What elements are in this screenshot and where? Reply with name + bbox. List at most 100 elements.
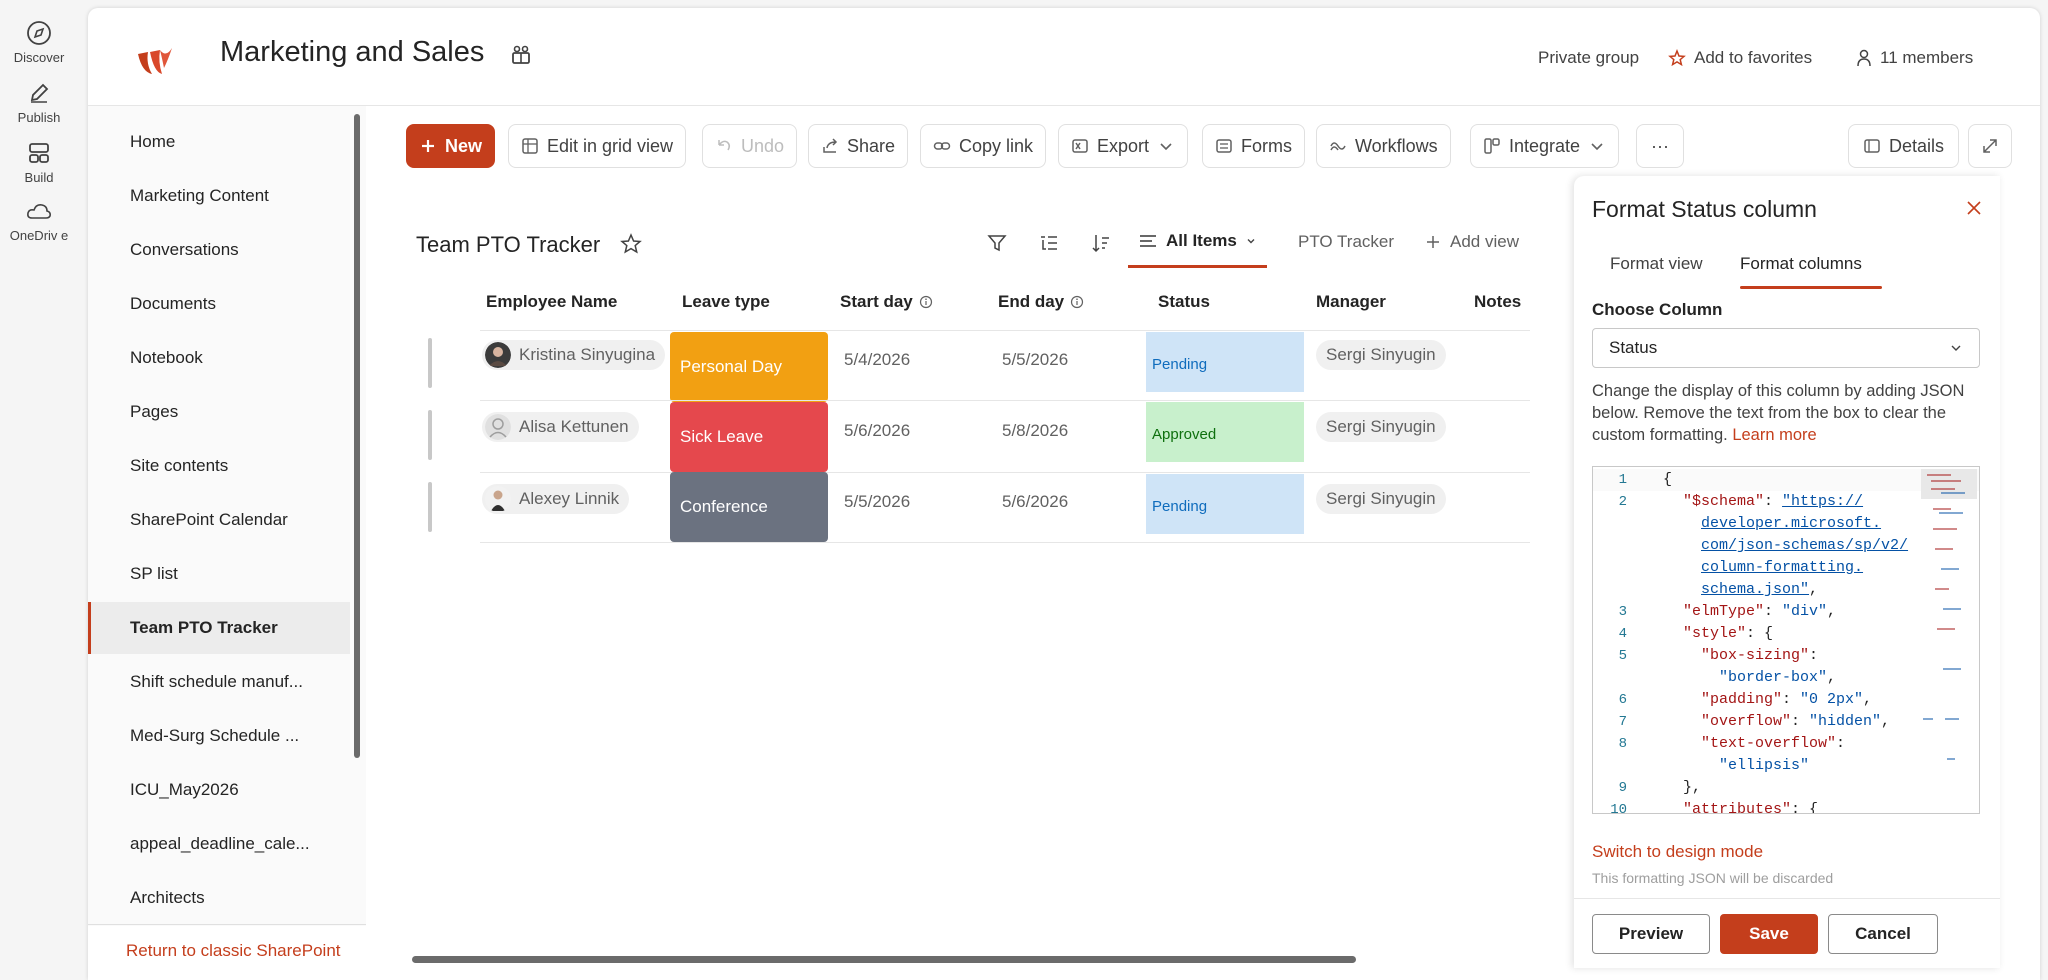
column-header-notes[interactable]: Notes	[1474, 292, 1521, 312]
horizontal-scrollbar[interactable]	[412, 956, 1356, 963]
copy-link-button[interactable]: Copy link	[920, 124, 1047, 168]
appbar-onedrive[interactable]: OneDriv e	[0, 196, 78, 244]
nav-item-sharepoint-calendar[interactable]: SharePoint Calendar	[88, 494, 350, 546]
share-button[interactable]: Share	[808, 124, 909, 168]
code-token: "style"	[1683, 625, 1747, 642]
column-select[interactable]: Status	[1592, 328, 1980, 368]
forms-label: Forms	[1241, 135, 1292, 156]
status-value: Pending	[1152, 497, 1208, 515]
add-view-button[interactable]: Add view	[1414, 216, 1529, 268]
members-button[interactable]: 11 members	[1856, 48, 1973, 68]
integrate-button[interactable]: Integrate	[1470, 124, 1620, 168]
manager-persona[interactable]: Sergi Sinyugin	[1316, 484, 1446, 514]
nav-item-site-contents[interactable]: Site contents	[88, 440, 350, 492]
leave-type-cell[interactable]: Personal Day	[670, 332, 828, 402]
appbar-discover[interactable]: Discover	[0, 18, 78, 66]
return-to-classic-link[interactable]: Return to classic SharePoint	[126, 940, 346, 962]
nav-item-appeal-deadline[interactable]: appeal_deadline_cale...	[88, 818, 350, 870]
code-token: schema.json"	[1701, 581, 1810, 598]
forms-button[interactable]: Forms	[1202, 124, 1305, 168]
group-by-icon[interactable]	[1038, 232, 1060, 254]
start-day-cell[interactable]: 5/5/2026	[844, 492, 910, 512]
panel-footer-divider	[1574, 898, 2000, 899]
end-day-cell[interactable]: 5/5/2026	[1002, 350, 1068, 370]
appbar-build[interactable]: Build	[0, 138, 78, 186]
filter-icon[interactable]	[986, 232, 1008, 254]
nav-item-team-pto-tracker[interactable]: Team PTO Tracker	[88, 602, 350, 654]
status-cell[interactable]: Pending	[1146, 474, 1304, 534]
group-settings-icon[interactable]	[508, 42, 534, 68]
add-favorites-button[interactable]: Add to favorites	[1668, 48, 1812, 68]
save-button[interactable]: Save	[1720, 914, 1818, 954]
appbar-publish[interactable]: Publish	[0, 78, 78, 126]
cancel-button[interactable]: Cancel	[1828, 914, 1938, 954]
info-icon[interactable]	[919, 295, 933, 309]
row-selector[interactable]	[428, 410, 432, 460]
layout-icon	[29, 143, 49, 163]
start-day-cell[interactable]: 5/4/2026	[844, 350, 910, 370]
tab-format-view[interactable]: Format view	[1610, 254, 1703, 274]
nav-item-shift-schedule[interactable]: Shift schedule manuf...	[88, 656, 350, 708]
compass-icon	[27, 21, 51, 45]
column-header-end-day[interactable]: End day	[998, 292, 1084, 312]
leave-type-cell[interactable]: Conference	[670, 472, 828, 542]
new-button[interactable]: New	[406, 124, 496, 168]
column-header-leave-type[interactable]: Leave type	[682, 292, 770, 312]
editor-minimap[interactable]	[1921, 469, 1977, 809]
view-pto-tracker[interactable]: PTO Tracker	[1288, 216, 1404, 268]
employee-persona[interactable]: Kristina Sinyugina	[482, 340, 666, 370]
employee-persona[interactable]: Alisa Kettunen	[482, 412, 639, 442]
nav-item-med-surg-schedule[interactable]: Med-Surg Schedule ...	[88, 710, 350, 762]
undo-label: Undo	[741, 135, 785, 156]
column-header-start-day[interactable]: Start day	[840, 292, 933, 312]
favorite-star-icon[interactable]	[620, 233, 642, 255]
column-header-employee[interactable]: Employee Name	[486, 292, 617, 312]
excel-icon	[1072, 139, 1088, 153]
nav-item-icu-may2026[interactable]: ICU_May2026	[88, 764, 350, 816]
site-header: Marketing and Sales Private group Add to…	[88, 8, 2040, 106]
nav-item-pages[interactable]: Pages	[88, 386, 350, 438]
preview-button[interactable]: Preview	[1592, 914, 1710, 954]
nav-item-marketing-content[interactable]: Marketing Content	[88, 170, 350, 222]
view-all-items[interactable]: All Items	[1128, 216, 1267, 268]
edit-grid-view-button[interactable]: Edit in grid view	[508, 124, 687, 168]
nav-item-sp-list[interactable]: SP list	[88, 548, 350, 600]
status-cell[interactable]: Approved	[1146, 402, 1304, 462]
learn-more-link[interactable]: Learn more	[1732, 426, 1816, 444]
nav-item-documents[interactable]: Documents	[88, 278, 350, 330]
row-selector[interactable]	[428, 338, 432, 388]
column-header-label: Start day	[840, 292, 913, 311]
export-button[interactable]: Export	[1058, 124, 1189, 168]
start-day-cell[interactable]: 5/6/2026	[844, 421, 910, 441]
column-header-status[interactable]: Status	[1158, 292, 1210, 312]
json-editor[interactable]: 1{ 2 "$schema": "https:// developer.micro…	[1592, 466, 1980, 814]
tab-format-columns[interactable]: Format columns	[1740, 254, 1862, 274]
row-selector[interactable]	[428, 482, 432, 532]
status-cell[interactable]: Pending	[1146, 332, 1304, 392]
info-icon[interactable]	[1070, 295, 1084, 309]
nav-item-conversations[interactable]: Conversations	[88, 224, 350, 276]
more-commands-button[interactable]: ···	[1636, 124, 1684, 168]
switch-design-mode-link[interactable]: Switch to design mode	[1592, 842, 1763, 862]
expand-button[interactable]	[1968, 124, 2012, 168]
end-day-cell[interactable]: 5/6/2026	[1002, 492, 1068, 512]
nav-scrollbar[interactable]	[354, 114, 360, 758]
employee-persona[interactable]: Alexey Linnik	[482, 484, 630, 514]
avatar	[485, 486, 511, 512]
nav-item-notebook[interactable]: Notebook	[88, 332, 350, 384]
end-day-cell[interactable]: 5/8/2026	[1002, 421, 1068, 441]
undo-button[interactable]: Undo	[702, 124, 798, 168]
site-logo[interactable]	[132, 38, 178, 84]
column-header-manager[interactable]: Manager	[1316, 292, 1386, 312]
info-pane-icon	[1864, 139, 1880, 153]
workflows-button[interactable]: Workflows	[1316, 124, 1451, 168]
leave-type-cell[interactable]: Sick Leave	[670, 402, 828, 472]
close-icon[interactable]	[1964, 198, 1984, 218]
nav-item-architects[interactable]: Architects	[88, 872, 350, 924]
manager-persona[interactable]: Sergi Sinyugin	[1316, 340, 1446, 370]
manager-persona[interactable]: Sergi Sinyugin	[1316, 412, 1446, 442]
details-button[interactable]: Details	[1848, 124, 1960, 168]
avatar	[485, 414, 511, 440]
sort-icon[interactable]	[1090, 232, 1112, 254]
nav-item-home[interactable]: Home	[88, 116, 350, 168]
